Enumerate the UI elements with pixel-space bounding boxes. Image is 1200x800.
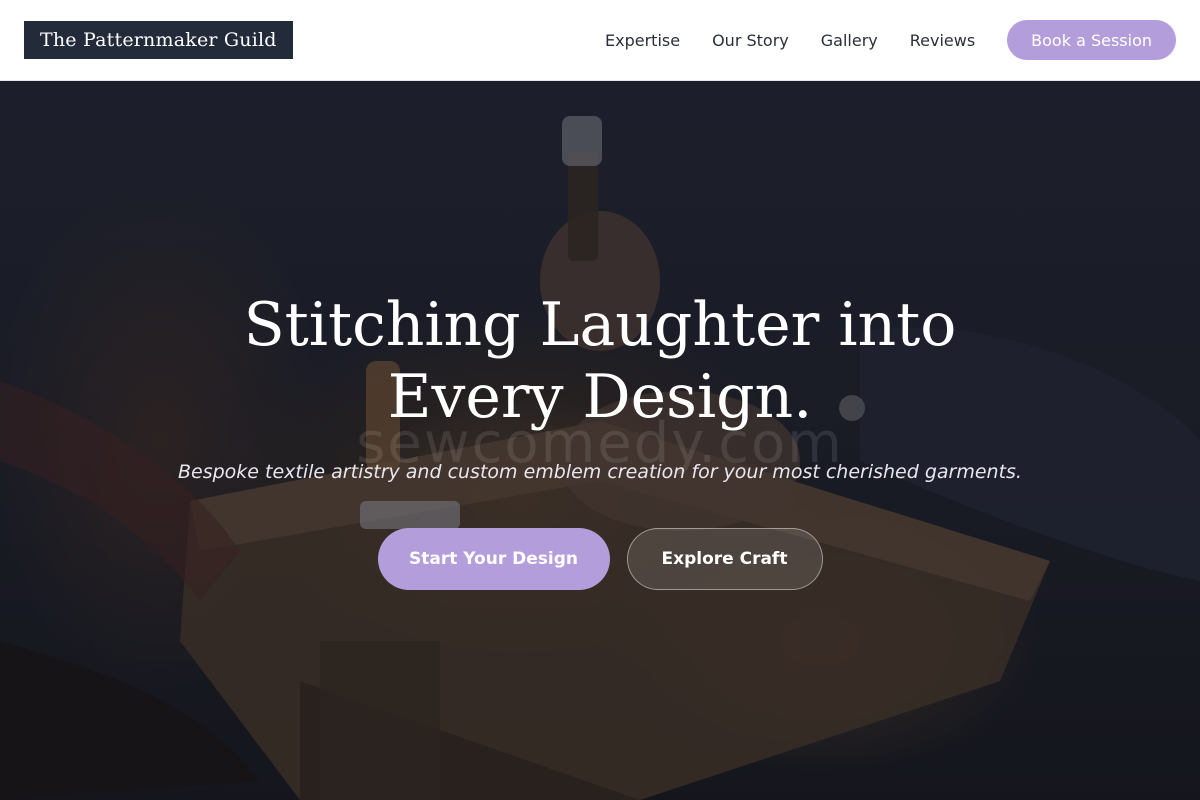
hero-headline-line-2: Every Design.: [387, 362, 813, 432]
hero-headline: Stitching Laughter into Every Design.: [150, 289, 1050, 433]
site-header: The Patternmaker Guild Expertise Our Sto…: [0, 0, 1200, 81]
hero-headline-line-1: Stitching Laughter into: [243, 290, 957, 360]
hero-subheadline: Bespoke textile artistry and custom embl…: [178, 461, 1022, 483]
start-design-button[interactable]: Start Your Design: [377, 528, 610, 590]
book-session-button[interactable]: Book a Session: [1007, 20, 1176, 60]
nav-link-our-story[interactable]: Our Story: [712, 31, 789, 50]
nav-link-expertise[interactable]: Expertise: [605, 31, 680, 50]
hero-buttons: Start Your Design Explore Craft: [0, 528, 1200, 590]
nav-link-reviews[interactable]: Reviews: [910, 31, 975, 50]
main-nav: Expertise Our Story Gallery Reviews Book…: [605, 20, 1176, 60]
site-logo[interactable]: The Patternmaker Guild: [24, 21, 293, 59]
hero-section: sewcomedy.com Stitching Laughter into Ev…: [0, 81, 1200, 800]
hero-content: Stitching Laughter into Every Design. Be…: [0, 81, 1200, 800]
explore-craft-button[interactable]: Explore Craft: [626, 528, 823, 590]
nav-link-gallery[interactable]: Gallery: [821, 31, 878, 50]
